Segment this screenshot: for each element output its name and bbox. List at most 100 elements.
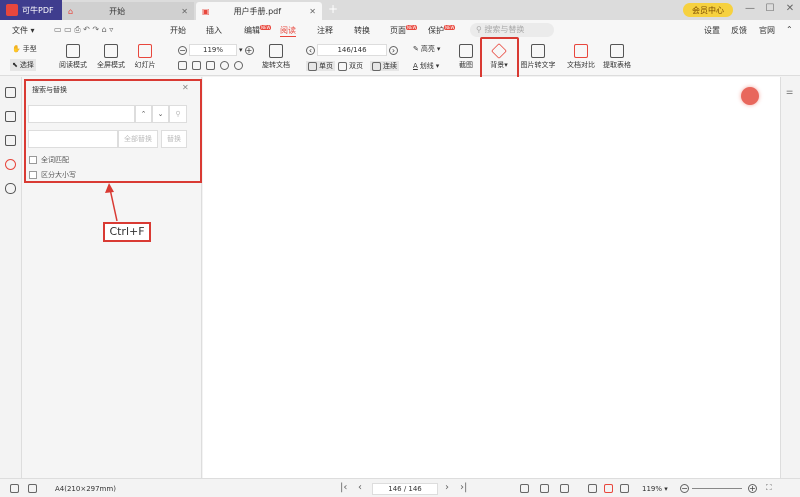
page-icon[interactable] [28, 484, 37, 493]
fit-page-icon[interactable] [540, 484, 549, 493]
actual-size-icon[interactable] [206, 61, 215, 70]
app-name: 可牛PDF [22, 5, 54, 15]
slideshow-button[interactable]: 幻灯片 [132, 44, 158, 70]
select-tool[interactable]: ⬉ 选择 [10, 59, 36, 71]
menu-bar: 文件 ▾ ▭ ▭ ⎙ ↶ ↷ ⌂ ▿ 开始 插入 编辑NEW 阅读 注释 转换 … [0, 20, 800, 40]
menu-edit[interactable]: 编辑NEW [244, 25, 272, 36]
single-view-icon[interactable] [604, 484, 613, 493]
table-icon [610, 44, 624, 58]
page-icon[interactable] [10, 484, 19, 493]
compare-button[interactable]: 文档对比 [564, 44, 598, 70]
tab-label: 用户手册.pdf [233, 6, 282, 16]
collapse-ribbon-icon[interactable]: ⌃ [786, 25, 793, 34]
book-icon [66, 44, 80, 58]
double-page-button[interactable]: 双页 [338, 61, 363, 71]
double-page-icon [338, 61, 347, 71]
first-page-button[interactable]: |‹ [340, 482, 347, 493]
bookmark-icon[interactable] [5, 87, 16, 98]
highlight-box-panel [24, 79, 202, 183]
double-view-icon[interactable] [620, 484, 629, 493]
next-page-icon[interactable]: › [389, 45, 398, 55]
rotate-doc-icon [269, 44, 283, 58]
menu-annotate[interactable]: 注释 [317, 25, 333, 36]
tab-home[interactable]: ⌂ 开始 ✕ [62, 2, 194, 20]
quick-access-icons[interactable]: ▭ ▭ ⎙ ↶ ↷ ⌂ ▿ [54, 25, 113, 35]
cursor-icon: ⬉ [12, 61, 18, 69]
page-number-input[interactable]: 146 / 146 [372, 483, 438, 495]
tab-label: 开始 [109, 6, 126, 16]
extract-table-button[interactable]: 提取表格 [600, 44, 634, 70]
underline-button[interactable]: A 划线 ▾ [413, 61, 439, 71]
pdf-icon: ▣ [202, 6, 210, 16]
toolbar: ✋ 手型 ⬉ 选择 阅读模式 全屏模式 幻灯片 −119% ▾ + 旋转文档 ‹ 146/… [0, 40, 800, 76]
maximize-button[interactable]: ☐ [760, 3, 780, 14]
comment-icon[interactable] [5, 135, 16, 146]
prev-page-button[interactable]: ‹ [358, 482, 362, 493]
image-to-text-button[interactable]: 图片转文字 [518, 44, 558, 70]
page-nav: ‹ 146/146 › [306, 44, 398, 56]
menu-start[interactable]: 开始 [170, 25, 186, 36]
page-input[interactable]: 146/146 [317, 44, 387, 56]
zoom-out-icon[interactable]: − [680, 484, 689, 493]
minimize-button[interactable]: — [740, 3, 760, 14]
prev-page-icon[interactable]: ‹ [306, 45, 315, 55]
chevron-down-icon[interactable]: ▾ [239, 46, 243, 54]
hand-tool[interactable]: ✋ 手型 [12, 44, 37, 54]
close-window-button[interactable]: ✕ [780, 3, 800, 14]
rotate-left-icon[interactable] [220, 61, 229, 70]
zoom-in-icon[interactable]: + [244, 45, 254, 55]
fit-width-icon[interactable] [178, 61, 187, 70]
fullscreen-icon[interactable]: ⛶ [766, 483, 772, 493]
rotate-document-button[interactable]: 旋转文档 [260, 44, 292, 70]
continuous-icon [372, 61, 381, 71]
menu-feedback[interactable]: 反馈 [731, 25, 747, 36]
app-logo[interactable]: 可牛PDF [0, 0, 62, 20]
menu-file[interactable]: 文件 ▾ [12, 25, 35, 36]
close-icon[interactable]: ✕ [181, 7, 188, 16]
continuous-view-icon[interactable] [588, 484, 597, 493]
document-view[interactable] [203, 77, 780, 478]
single-page-button[interactable]: 单页 [306, 61, 335, 71]
menu-protect[interactable]: 保护NEW [428, 25, 456, 36]
menu-website[interactable]: 官网 [759, 25, 775, 36]
floating-convert-button[interactable] [741, 87, 759, 105]
arrow-annotation [105, 183, 118, 222]
highlight-button[interactable]: ✎ 高亮 ▾ [413, 44, 440, 54]
fit-page-icon[interactable] [192, 61, 201, 70]
rotate-right-icon[interactable] [234, 61, 243, 70]
vip-center-button[interactable]: 会员中心 [683, 3, 733, 17]
thumbnails-icon[interactable] [5, 111, 16, 122]
attachment-icon[interactable] [5, 183, 16, 194]
zoom-out-icon[interactable]: − [178, 45, 187, 55]
search-replace-input[interactable]: ⚲ 搜索与替换 [470, 23, 554, 37]
tab-document[interactable]: ▣ 用户手册.pdf ✕ [196, 2, 322, 20]
highlight-box-background [480, 37, 519, 79]
zoom-slider[interactable] [692, 488, 742, 489]
menu-settings[interactable]: 设置 [704, 25, 720, 36]
left-sidebar [0, 77, 22, 478]
single-page-icon [308, 61, 317, 71]
view-buttons [178, 61, 243, 70]
zoom-controls: −119% ▾ + [178, 44, 254, 56]
fullscreen-button[interactable]: 全屏模式 [96, 44, 126, 70]
search-icon[interactable] [5, 159, 16, 170]
zoom-select[interactable]: 119% [189, 44, 237, 56]
zoom-level[interactable]: 119% ▾ [642, 485, 668, 493]
play-icon [138, 44, 152, 58]
last-page-button[interactable]: ›| [460, 482, 467, 493]
menu-page[interactable]: 页面NEW [390, 25, 418, 36]
fit-width-icon[interactable] [520, 484, 529, 493]
settings-sliders-icon[interactable]: ⚌ [786, 87, 793, 96]
next-page-button[interactable]: › [445, 482, 449, 493]
zoom-in-icon[interactable]: + [748, 484, 757, 493]
read-mode-button[interactable]: 阅读模式 [58, 44, 88, 70]
actual-size-icon[interactable] [560, 484, 569, 493]
screenshot-icon [459, 44, 473, 58]
close-icon[interactable]: ✕ [309, 7, 316, 16]
continuous-button[interactable]: 连续 [370, 61, 399, 71]
menu-insert[interactable]: 插入 [206, 25, 222, 36]
menu-convert[interactable]: 转换 [354, 25, 370, 36]
new-tab-button[interactable]: + [328, 2, 338, 16]
menu-read[interactable]: 阅读 [280, 25, 296, 37]
screenshot-button[interactable]: 截图 [456, 44, 476, 70]
